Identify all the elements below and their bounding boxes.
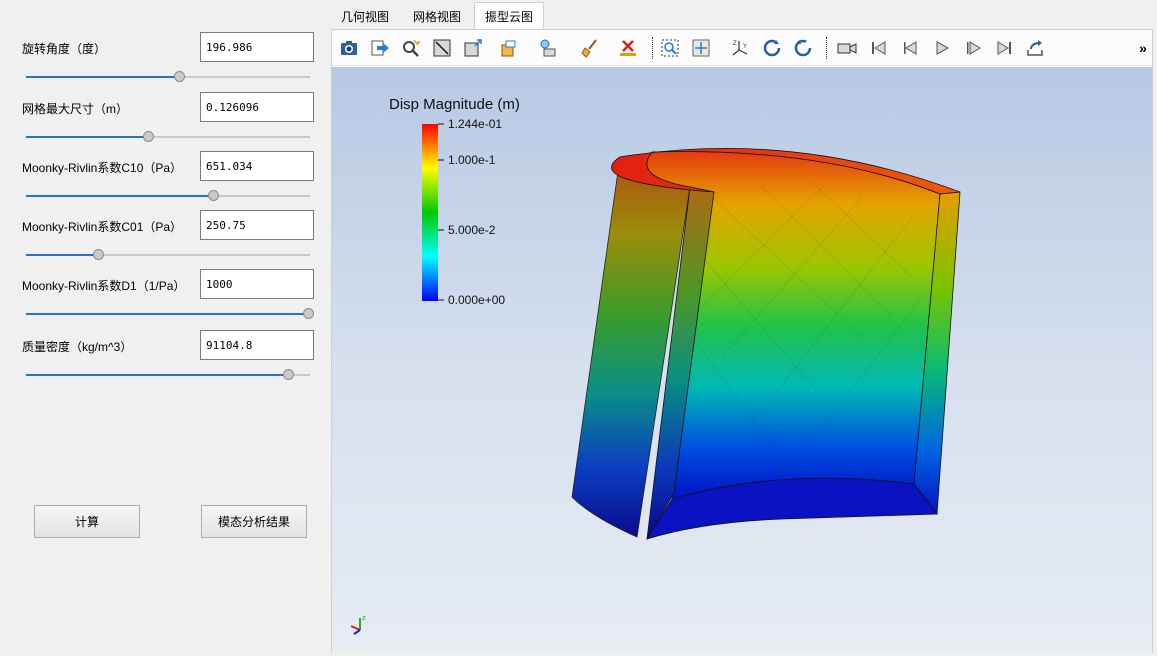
zoom-box-icon[interactable] — [462, 38, 484, 58]
light-icon[interactable] — [537, 38, 559, 58]
c10-slider[interactable] — [26, 189, 310, 203]
c10-input[interactable]: 651.034 — [200, 151, 314, 181]
mass-density-slider[interactable] — [26, 368, 310, 382]
svg-text:Y: Y — [743, 44, 747, 50]
c01-slider[interactable] — [26, 248, 310, 262]
previous-frame-icon[interactable] — [899, 38, 921, 58]
tab-mesh-view[interactable]: 网格视图 — [403, 4, 471, 28]
box-select-icon[interactable] — [498, 38, 520, 58]
play-icon[interactable] — [931, 38, 953, 58]
render-viewer: ZY » Disp Magnitude (m) 1.244e-01 1.000e… — [331, 29, 1153, 653]
compute-button[interactable]: 计算 — [34, 505, 140, 538]
rotation-angle-slider[interactable] — [26, 70, 310, 84]
d1-slider[interactable] — [26, 307, 314, 321]
slider-thumb[interactable] — [303, 308, 314, 319]
mesh-max-size-input[interactable]: 0.126096 — [200, 92, 314, 122]
video-camera-icon[interactable] — [836, 38, 858, 58]
slider-thumb[interactable] — [174, 71, 186, 82]
mass-density-label: 质量密度（kg/m^3） — [22, 340, 133, 354]
mass-density-input[interactable]: 91104.8 — [200, 330, 314, 360]
slider-thumb[interactable] — [93, 249, 104, 260]
next-frame-icon[interactable] — [962, 38, 984, 58]
svg-text:Z: Z — [733, 41, 737, 47]
deformed-shell-model — [571, 147, 961, 540]
reset-view-icon[interactable] — [431, 38, 453, 58]
c01-input[interactable]: 250.75 — [200, 210, 314, 240]
rotation-angle-label: 旋转角度（度） — [22, 42, 107, 56]
rotate-cw-icon[interactable] — [761, 38, 783, 58]
toolbar-overflow-icon[interactable]: » — [1136, 38, 1150, 58]
pan-icon[interactable] — [690, 38, 712, 58]
slider-thumb[interactable] — [207, 190, 219, 201]
color-scale-bar — [422, 123, 444, 301]
tab-geometry-view[interactable]: 几何视图 — [331, 4, 399, 28]
d1-label: Moonky-Rivlin系数D1（1/Pa） — [22, 279, 186, 293]
legend-tick-max: 1.244e-01 — [448, 117, 503, 131]
app-window: 旋转角度（度） 196.986 网格最大尺寸（m） 0.126096 Moonk… — [0, 0, 1157, 656]
modal-results-button[interactable]: 模态分析结果 — [201, 505, 307, 538]
export-icon[interactable] — [369, 38, 391, 58]
slider-thumb[interactable] — [283, 369, 295, 380]
legend-tick-1: 1.000e-1 — [448, 153, 496, 167]
slider-thumb[interactable] — [143, 131, 155, 142]
c01-label: Moonky-Rivlin系数C01（Pa） — [22, 220, 183, 234]
axis-z-label: z — [362, 614, 366, 622]
loop-icon[interactable] — [1024, 38, 1046, 58]
legend-tick-2: 5.000e-2 — [448, 223, 496, 237]
c10-label: Moonky-Rivlin系数C10（Pa） — [22, 161, 183, 175]
pick-icon[interactable] — [400, 38, 422, 58]
mesh-max-size-slider[interactable] — [26, 130, 310, 144]
mesh-max-size-label: 网格最大尺寸（m） — [22, 102, 128, 116]
last-frame-icon[interactable] — [993, 38, 1015, 58]
3d-scene[interactable]: Disp Magnitude (m) 1.244e-01 1.000e-1 5.… — [332, 67, 1152, 653]
legend-tick-min: 0.000e+00 — [448, 293, 506, 307]
camera-icon[interactable] — [338, 38, 360, 58]
tab-mode-shape[interactable]: 振型云图 — [474, 2, 545, 29]
clear-icon[interactable] — [579, 38, 601, 58]
rotate-ccw-icon[interactable] — [792, 38, 814, 58]
delete-icon[interactable] — [617, 38, 639, 58]
axes-icon[interactable]: ZY — [729, 38, 751, 58]
first-frame-icon[interactable] — [868, 38, 890, 58]
d1-input[interactable]: 1000 — [200, 269, 314, 299]
zoom-select-icon[interactable] — [659, 38, 681, 58]
orientation-axes-icon: z — [350, 614, 366, 635]
viewer-toolbar: ZY » — [332, 30, 1152, 66]
rotation-angle-input[interactable]: 196.986 — [200, 32, 314, 62]
legend-title: Disp Magnitude (m) — [389, 96, 520, 113]
